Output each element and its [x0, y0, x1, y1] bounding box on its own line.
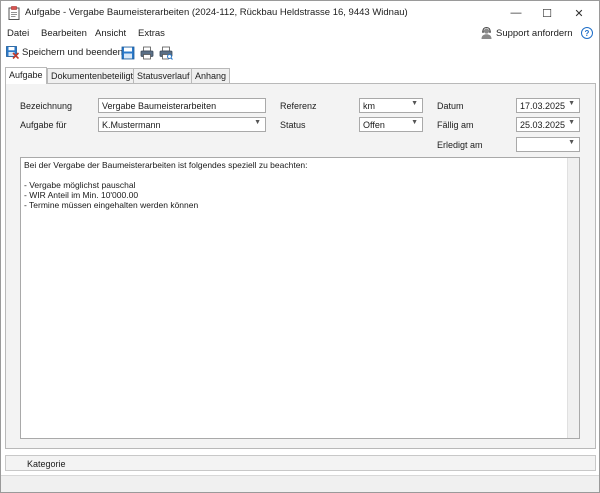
bezeichnung-value: Vergabe Baumeisterarbeiten	[102, 101, 217, 111]
minimize-button[interactable]: —	[500, 1, 532, 25]
save-close-icon	[6, 46, 19, 59]
tab-dokumentenbeteiligte[interactable]: Dokumentenbeteiligte	[47, 68, 143, 83]
memo-line: - WIR Anteil im Min. 10'000.00	[24, 190, 139, 200]
memo-line: - Termine müssen eingehalten werden könn…	[24, 200, 199, 210]
support-button[interactable]: Support anfordern	[480, 27, 573, 40]
referenz-label: Referenz	[280, 101, 317, 111]
memo-line: Bei der Vergabe der Baumeisterarbeiten i…	[24, 160, 308, 170]
status-label: Status	[280, 120, 306, 130]
tab-label: Statusverlauf	[137, 71, 190, 81]
status-value: Offen	[363, 120, 385, 130]
tab-label: Dokumentenbeteiligte	[51, 71, 139, 81]
datum-label: Datum	[437, 101, 464, 111]
memo-scrollbar[interactable]	[567, 158, 579, 438]
print-icon[interactable]	[140, 46, 154, 60]
faellig-picker[interactable]: 25.03.2025 ▼	[516, 117, 580, 132]
dropdown-arrow-icon: ▼	[411, 100, 418, 107]
dropdown-arrow-icon: ▼	[254, 119, 261, 126]
close-icon: ✕	[574, 7, 584, 20]
dropdown-arrow-icon: ▼	[411, 119, 418, 126]
toolbar: Speichern und beenden	[1, 43, 599, 63]
title-bar: Aufgabe - Vergabe Baumeisterarbeiten (20…	[1, 1, 599, 25]
dropdown-arrow-icon: ▼	[568, 139, 575, 146]
help-icon[interactable]: ?	[581, 27, 593, 39]
bezeichnung-label: Bezeichnung	[20, 101, 73, 111]
maximize-button[interactable]: ☐	[531, 1, 563, 25]
support-person-icon	[481, 27, 492, 39]
tab-aufgabe[interactable]: Aufgabe	[5, 67, 47, 84]
referenz-select[interactable]: km ▼	[359, 98, 423, 113]
aufgabe-fuer-value: K.Mustermann	[102, 120, 161, 130]
tab-statusverlauf[interactable]: Statusverlauf	[133, 68, 194, 83]
description-textarea[interactable]: Bei der Vergabe der Baumeisterarbeiten i…	[20, 157, 580, 439]
minimize-icon: —	[510, 7, 522, 19]
memo-line: - Vergabe möglichst pauschal	[24, 180, 136, 190]
menu-ansicht[interactable]: Ansicht	[95, 28, 126, 39]
task-window: Aufgabe - Vergabe Baumeisterarbeiten (20…	[0, 0, 600, 493]
help-glyph: ?	[584, 28, 590, 38]
menu-extras[interactable]: Extras	[138, 28, 165, 39]
save-icon[interactable]	[121, 46, 135, 60]
aufgabe-fuer-label: Aufgabe für	[20, 120, 67, 130]
aufgabe-fuer-select[interactable]: K.Mustermann ▼	[98, 117, 266, 132]
print-preview-icon[interactable]	[159, 46, 173, 60]
window-title: Aufgabe - Vergabe Baumeisterarbeiten (20…	[25, 7, 408, 18]
datum-picker[interactable]: 17.03.2025 ▼	[516, 98, 580, 113]
dropdown-arrow-icon: ▼	[568, 119, 575, 126]
faellig-value: 25.03.2025	[520, 120, 566, 130]
support-label: Support anfordern	[496, 28, 573, 39]
status-bar	[1, 475, 599, 492]
erledigt-label: Erledigt am	[437, 140, 483, 150]
menu-datei[interactable]: Datei	[7, 28, 29, 39]
status-select[interactable]: Offen ▼	[359, 117, 423, 132]
maximize-icon: ☐	[542, 7, 552, 20]
app-task-icon	[8, 6, 20, 20]
erledigt-picker[interactable]: ▼	[516, 137, 580, 152]
menu-bar: Datei Bearbeiten Ansicht Extras Support …	[1, 25, 599, 42]
tab-anhang[interactable]: Anhang	[191, 68, 231, 83]
tab-label: Anhang	[195, 71, 227, 81]
category-label: Kategorie	[27, 459, 66, 469]
category-bar[interactable]: Kategorie	[5, 455, 596, 471]
save-close-button[interactable]: Speichern und beenden	[6, 46, 123, 59]
datum-value: 17.03.2025	[520, 101, 566, 111]
referenz-value: km	[363, 101, 375, 111]
task-panel: Bezeichnung Vergabe Baumeisterarbeiten A…	[5, 83, 596, 449]
tab-label: Aufgabe	[9, 70, 43, 80]
save-close-label: Speichern und beenden	[22, 47, 123, 58]
menu-bearbeiten[interactable]: Bearbeiten	[41, 28, 87, 39]
close-button[interactable]: ✕	[563, 1, 595, 25]
bezeichnung-input[interactable]: Vergabe Baumeisterarbeiten	[98, 98, 266, 113]
dropdown-arrow-icon: ▼	[568, 100, 575, 107]
faellig-label: Fällig am	[437, 120, 474, 130]
